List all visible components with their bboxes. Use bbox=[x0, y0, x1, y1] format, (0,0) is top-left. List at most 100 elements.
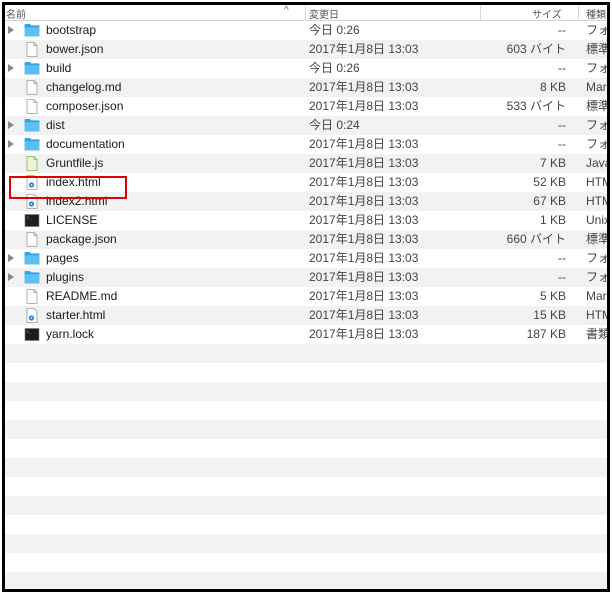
document-icon bbox=[24, 80, 40, 95]
file-date: 2017年1月8日 13:03 bbox=[309, 175, 419, 189]
file-kind: 標準テキスト bbox=[586, 42, 610, 56]
file-date: 2017年1月8日 13:03 bbox=[309, 137, 419, 151]
file-size: 603 バイト bbox=[506, 42, 566, 56]
empty-row bbox=[5, 515, 607, 534]
file-row[interactable]: index.html 2017年1月8日 13:03 52 KB HTML bbox=[5, 173, 607, 192]
file-name: changelog.md bbox=[46, 80, 122, 94]
disclosure-triangle-icon[interactable] bbox=[8, 64, 14, 72]
file-name: Gruntfile.js bbox=[46, 156, 104, 170]
document-icon bbox=[24, 289, 40, 304]
column-header-size[interactable]: サイズ bbox=[532, 6, 562, 21]
column-header: 名前 ^ 変更日 サイズ 種類 bbox=[5, 5, 607, 21]
folder-row[interactable]: bootstrap 今日 0:26 -- フォルダ bbox=[5, 21, 610, 40]
file-kind: 標準テキスト bbox=[586, 232, 610, 246]
file-size: 660 バイト bbox=[506, 232, 566, 246]
document-icon bbox=[24, 99, 40, 114]
file-row[interactable]: package.json 2017年1月8日 13:03 660 バイト 標準テキスト bbox=[5, 230, 610, 249]
document-icon bbox=[24, 42, 40, 57]
column-divider[interactable] bbox=[305, 5, 306, 21]
file-kind: 書類 bbox=[586, 327, 610, 341]
folder-row[interactable]: plugins 2017年1月8日 13:03 -- フォルダ bbox=[5, 268, 610, 287]
folder-icon bbox=[24, 270, 40, 285]
file-kind: フォルダ bbox=[586, 23, 610, 37]
empty-row bbox=[5, 496, 607, 515]
file-kind: Markdown bbox=[586, 80, 607, 94]
file-kind: フォルダ bbox=[586, 118, 610, 132]
file-row[interactable]: index2.html 2017年1月8日 13:03 67 KB HTML bbox=[5, 192, 607, 211]
file-kind: フォルダ bbox=[586, 137, 610, 151]
file-kind: HTML bbox=[586, 194, 607, 208]
terminal-file-icon: >_ bbox=[24, 213, 40, 228]
finder-window: 名前 ^ 変更日 サイズ 種類 bootstrap今日 0:26--フォルダbo… bbox=[2, 2, 610, 592]
folder-icon bbox=[24, 118, 40, 133]
sort-ascending-icon[interactable]: ^ bbox=[284, 5, 289, 16]
document-icon bbox=[24, 232, 40, 247]
folder-row[interactable]: dist 今日 0:24 -- フォルダ bbox=[5, 116, 610, 135]
file-row[interactable]: composer.json 2017年1月8日 13:03 533 バイト 標準テキス… bbox=[5, 97, 607, 116]
file-name: bower.json bbox=[46, 42, 104, 56]
column-header-name[interactable]: 名前 bbox=[6, 6, 26, 21]
html-file-icon bbox=[24, 175, 40, 190]
column-divider[interactable] bbox=[480, 5, 481, 21]
file-kind: JavaScript bbox=[586, 156, 607, 170]
file-row[interactable]: starter.html 2017年1月8日 13:03 15 KB HTML bbox=[5, 306, 607, 325]
file-size: -- bbox=[558, 23, 566, 37]
empty-row bbox=[5, 534, 607, 553]
empty-row bbox=[5, 420, 607, 439]
file-date: 2017年1月8日 13:03 bbox=[309, 213, 419, 227]
file-size: -- bbox=[558, 118, 566, 132]
empty-row bbox=[5, 401, 607, 420]
column-header-date[interactable]: 変更日 bbox=[309, 6, 339, 21]
file-size: 15 KB bbox=[533, 308, 566, 322]
file-kind: フォルダ bbox=[586, 270, 610, 284]
file-name: README.md bbox=[46, 289, 118, 303]
empty-row bbox=[5, 363, 607, 382]
file-size: 8 KB bbox=[539, 80, 566, 94]
disclosure-triangle-icon[interactable] bbox=[8, 140, 14, 148]
empty-row bbox=[5, 458, 607, 477]
file-size: -- bbox=[558, 61, 566, 75]
file-kind: HTML bbox=[586, 308, 607, 322]
folder-row[interactable]: documentation 2017年1月8日 13:03 -- フォルダ bbox=[5, 135, 610, 154]
file-name: package.json bbox=[46, 232, 117, 246]
file-name: plugins bbox=[46, 270, 85, 284]
file-date: 2017年1月8日 13:03 bbox=[309, 327, 419, 341]
html-file-icon bbox=[24, 194, 40, 209]
file-list: bootstrap 今日 0:26 -- フォルダ bower.json 2017年1月8… bbox=[5, 21, 610, 589]
folder-icon bbox=[24, 23, 40, 38]
file-row[interactable]: Gruntfile.js 2017年1月8日 13:03 7 KB JavaScrip… bbox=[5, 154, 607, 173]
file-row[interactable]: README.md 2017年1月8日 13:03 5 KB Markdown bbox=[5, 287, 607, 306]
column-divider[interactable] bbox=[578, 5, 579, 21]
file-size: -- bbox=[558, 270, 566, 284]
disclosure-triangle-icon[interactable] bbox=[8, 254, 14, 262]
folder-row[interactable]: pages 2017年1月8日 13:03 -- フォルダ bbox=[5, 249, 607, 268]
file-row[interactable]: >_ yarn.lock 2017年1月8日 13:03 187 KB 書類 bbox=[5, 325, 610, 344]
file-date: 2017年1月8日 13:03 bbox=[309, 80, 419, 94]
empty-row bbox=[5, 344, 607, 363]
file-size: -- bbox=[558, 251, 566, 265]
file-size: 52 KB bbox=[533, 175, 566, 189]
empty-row bbox=[5, 439, 607, 458]
file-date: 2017年1月8日 13:03 bbox=[309, 251, 419, 265]
file-row[interactable]: >_ LICENSE 2017年1月8日 13:03 1 KB Unix bbox=[5, 211, 607, 230]
file-date: 2017年1月8日 13:03 bbox=[309, 289, 419, 303]
file-date: 2017年1月8日 13:03 bbox=[309, 42, 419, 56]
file-name: starter.html bbox=[46, 308, 106, 322]
file-date: 2017年1月8日 13:03 bbox=[309, 194, 419, 208]
javascript-file-icon bbox=[24, 156, 40, 171]
column-header-kind[interactable]: 種類 bbox=[586, 6, 606, 21]
file-row[interactable]: changelog.md 2017年1月8日 13:03 8 KB Markdown bbox=[5, 78, 607, 97]
terminal-file-icon: >_ bbox=[24, 327, 40, 342]
disclosure-triangle-icon[interactable] bbox=[8, 26, 14, 34]
folder-row[interactable]: build 今日 0:26 -- フォルダ bbox=[5, 59, 607, 78]
empty-row bbox=[5, 572, 607, 589]
disclosure-triangle-icon[interactable] bbox=[8, 121, 14, 129]
file-name: yarn.lock bbox=[46, 327, 95, 341]
file-kind: Markdown bbox=[586, 289, 607, 303]
disclosure-triangle-icon[interactable] bbox=[8, 273, 14, 281]
file-size: 187 KB bbox=[526, 327, 566, 341]
file-row[interactable]: bower.json 2017年1月8日 13:03 603 バイト 標準テキスト bbox=[5, 40, 610, 59]
file-size: -- bbox=[558, 137, 566, 151]
file-date: 2017年1月8日 13:03 bbox=[309, 232, 419, 246]
file-date: 今日 0:26 bbox=[309, 61, 360, 75]
